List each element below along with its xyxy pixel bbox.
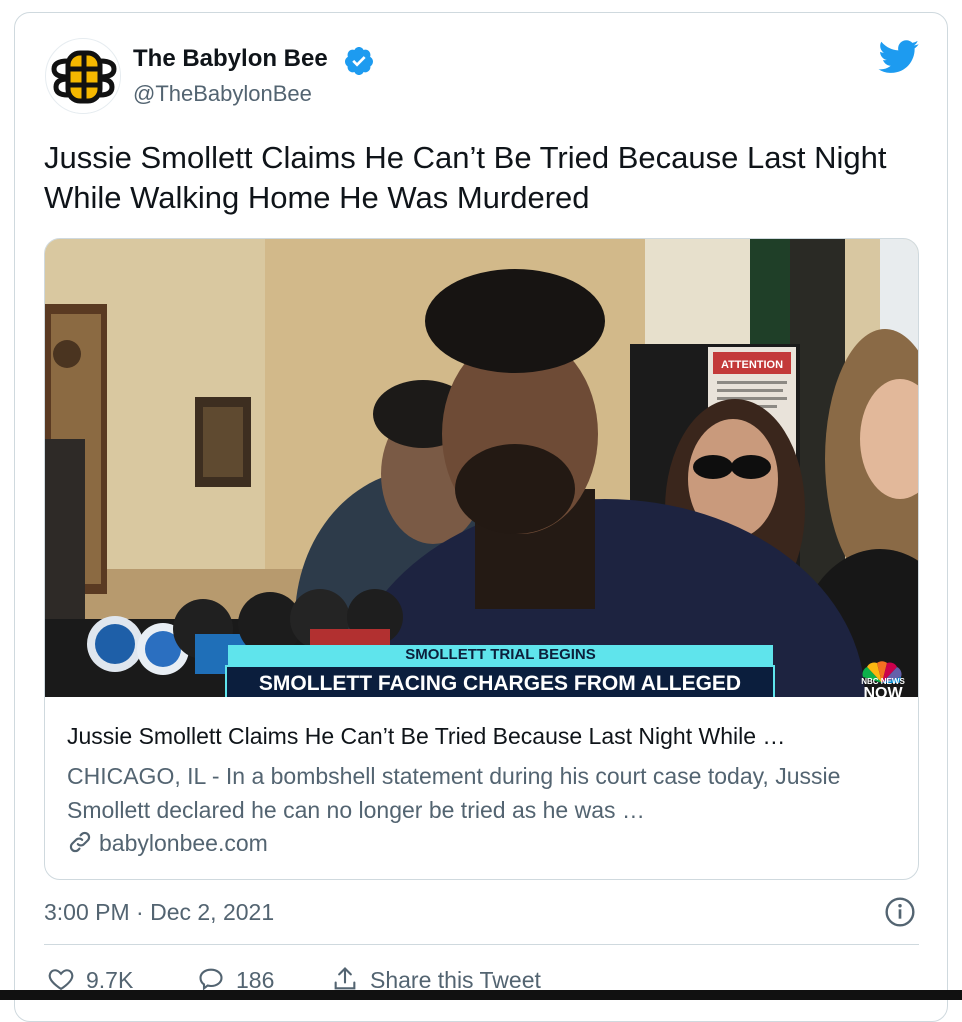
link-preview-card[interactable]: ATTENTION SMOLLETT TRIAL BEGINS SMOLLETT… [44,238,919,880]
verified-badge-icon [345,47,373,75]
tweet-timestamp[interactable]: 3:00 PM · Dec 2, 2021 [44,897,274,927]
divider [44,944,919,945]
author-avatar[interactable] [45,38,121,114]
heart-icon [48,969,74,991]
reply-icon [199,968,223,991]
link-icon [69,831,91,853]
tweet-text: Jussie Smollett Claims He Can’t Be Tried… [44,140,887,215]
window-bottom-bar [0,990,962,1000]
link-card-domain: babylonbee.com [67,828,268,858]
press-conference-photo: ATTENTION [45,239,918,697]
twitter-bird-icon[interactable] [878,40,920,74]
info-icon[interactable] [884,896,916,928]
babylon-bee-logo [47,40,120,113]
link-domain-text: babylonbee.com [99,830,268,856]
article-image: ATTENTION SMOLLETT TRIAL BEGINS SMOLLETT… [45,239,918,697]
news-chyron-top: SMOLLETT TRIAL BEGINS [228,645,773,665]
attention-sign-text: ATTENTION [721,359,783,371]
nbc-news-now-logo: NBC NEWS NOW [853,677,913,697]
link-card-description: CHICAGO, IL - In a bombshell statement d… [67,763,841,823]
share-icon [334,967,356,990]
link-card-title: Jussie Smollett Claims He Can’t Be Tried… [67,723,786,749]
author-name[interactable]: The Babylon Bee [133,44,328,74]
nbc-now-label: NOW [863,685,903,698]
author-handle[interactable]: @TheBabylonBee [133,80,312,108]
news-chyron-main: SMOLLETT FACING CHARGES FROM ALLEGED ASS… [225,665,775,697]
